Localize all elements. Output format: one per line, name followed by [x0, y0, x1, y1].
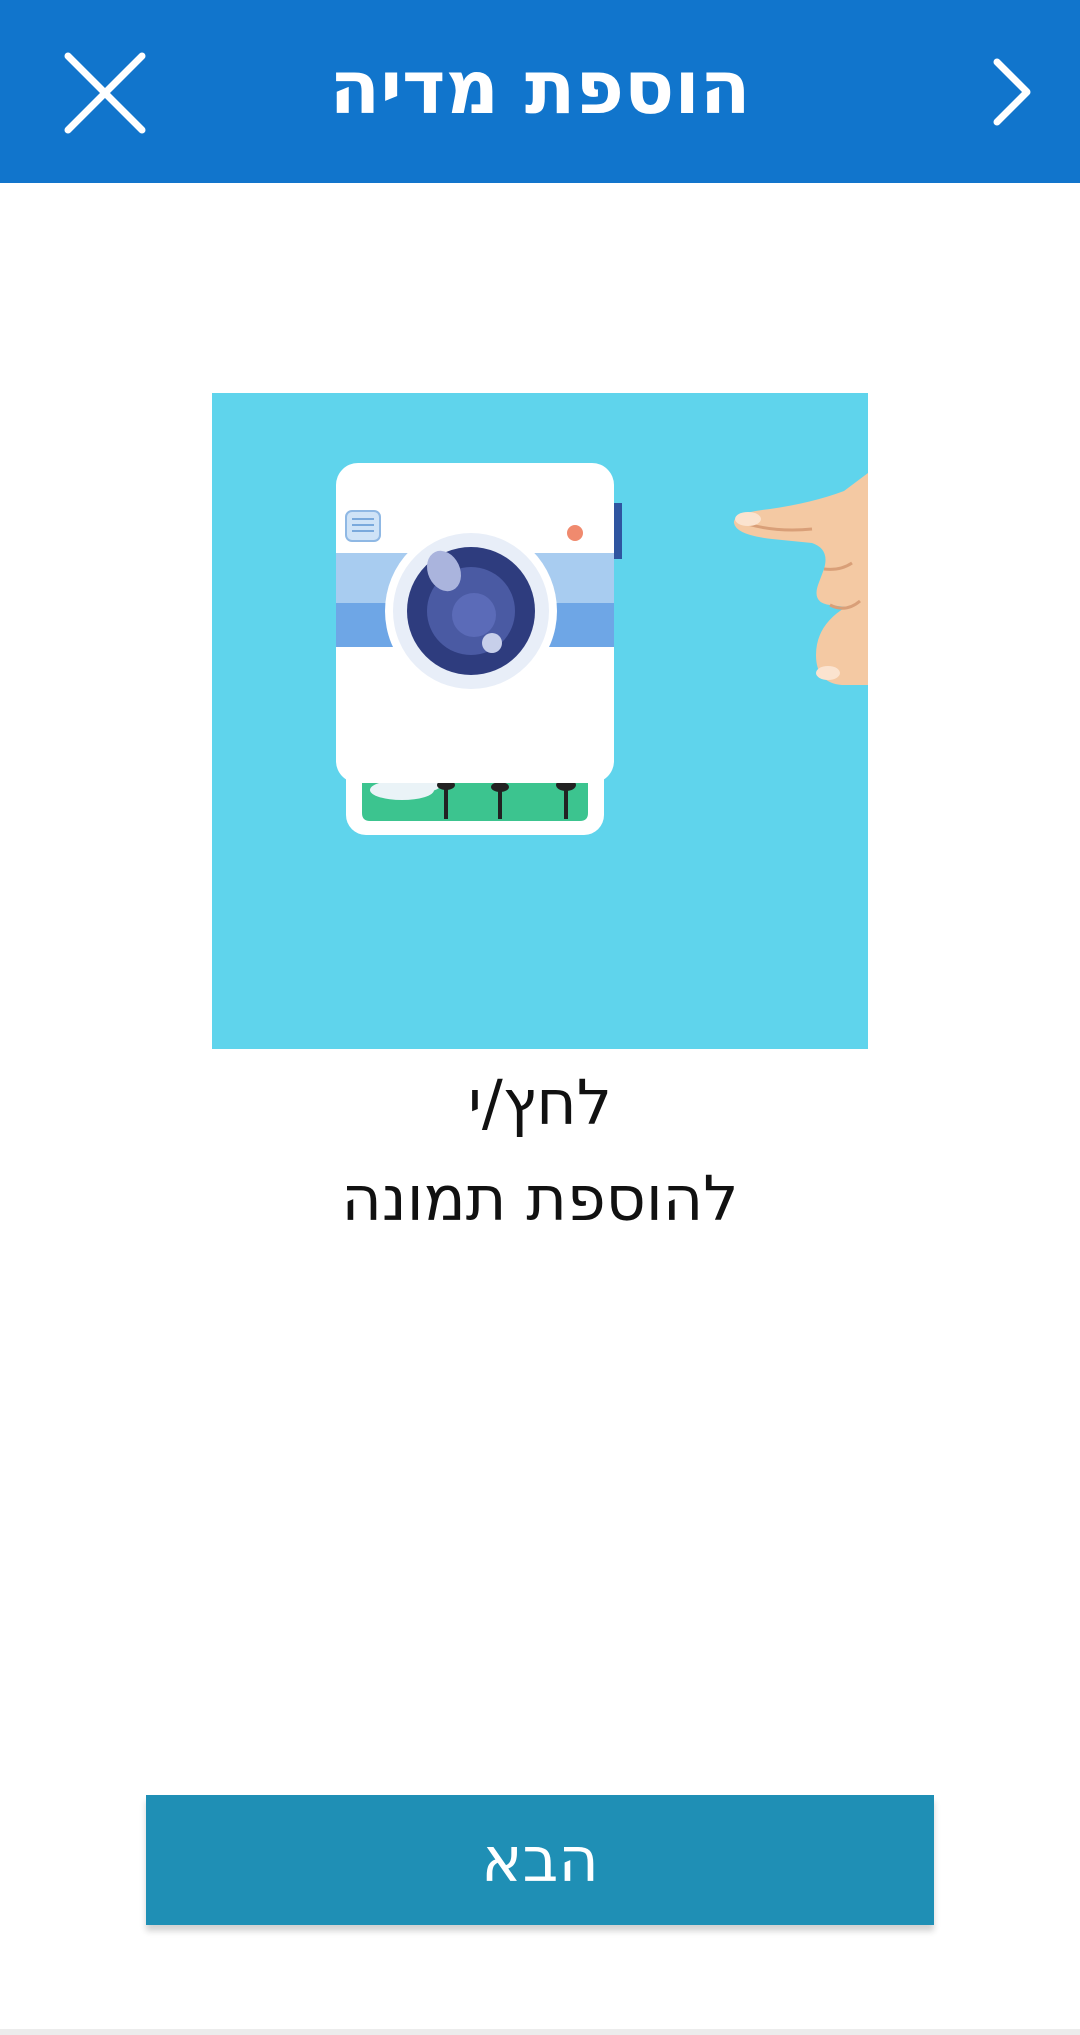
menu-icon [345, 510, 381, 542]
close-icon [64, 52, 146, 134]
instruction-line-2: להוספת תמונה [341, 1162, 739, 1235]
add-media-screen: הוספת מדיה לחץ/י להוספת תמונה הבא [0, 0, 1080, 2035]
camera-illustration [336, 463, 868, 835]
page-title: הוספת מדיה [329, 45, 751, 131]
add-photo-instruction: לחץ/י להוספת תמונה [140, 1055, 940, 1247]
back-button[interactable] [975, 52, 1045, 132]
next-button[interactable]: הבא [146, 1795, 934, 1925]
chevron-right-icon [993, 58, 1031, 126]
bottom-divider [0, 2029, 1080, 2035]
close-button[interactable] [60, 48, 150, 138]
tapping-finger-icon [733, 473, 868, 685]
app-bar: הוספת מדיה [0, 0, 1080, 183]
add-photo-tile[interactable] [212, 393, 868, 1049]
flash-indicator-icon [567, 525, 583, 541]
instruction-line-1: לחץ/י [468, 1066, 612, 1139]
